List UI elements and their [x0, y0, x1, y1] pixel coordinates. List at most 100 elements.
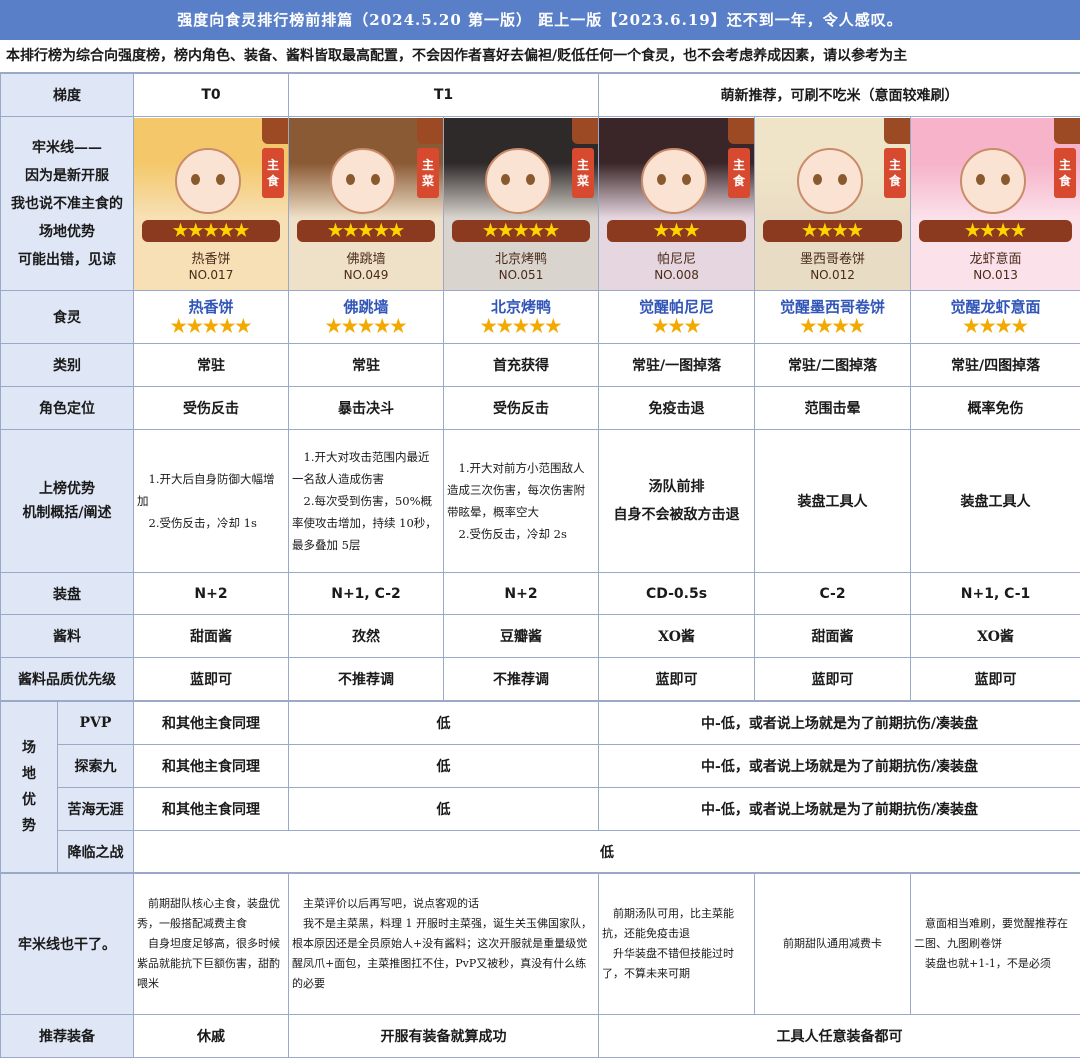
card-name: 帕尼尼: [657, 251, 697, 267]
star-icons: ★★★★: [763, 219, 903, 242]
floor2-cell: 前期汤队可用，比主菜能抗，还能免疫击退 升华装盘不错但技能过时了，不算未来可期: [598, 873, 755, 1015]
card-name: 佛跳墙: [346, 251, 386, 267]
role-cell: 受伤反击: [442, 386, 600, 430]
field-new: 中-低，或者说上场就是为了前期抗伤/凑装盘: [598, 701, 1080, 745]
corner-ornament: [884, 117, 910, 144]
card-0[interactable]: 主食 ★★★★★ 热香饼 NO.017: [133, 116, 289, 291]
category-cell: 常驻/二图掉落: [754, 343, 912, 387]
field-row: 降临之战 低: [1, 830, 1080, 873]
sauce-quality-cell: 蓝即可: [910, 657, 1080, 701]
sauce-row: 酱料 甜面酱 孜然 豆瓣酱 XO酱 甜面酱 XO酱: [0, 614, 1080, 658]
mech-cell: 1.开大对前方小范围敌人造成三次伤害，每次伤害附带眩晕，概率空大 2.受伤反击，冷…: [442, 429, 600, 573]
portrait-face: [330, 147, 396, 214]
shiling-cell: 北京烤鸭 ★★★★★: [442, 290, 600, 344]
star-icons: ★★★★★: [452, 219, 591, 242]
field-row: 场地优势 PVP 和其他主食同理 低 中-低，或者说上场就是为了前期抗伤/凑装盘: [0, 701, 1080, 873]
card-number: NO.012: [810, 267, 855, 282]
shiling-cell: 觉醒龙虾意面 ★★★★: [910, 290, 1080, 344]
tier-label: 梯度: [0, 73, 134, 117]
corner-ornament: [262, 117, 288, 144]
floor2-cell: 前期甜队核心主食，装盘优秀，一般搭配减费主食 自身坦度足够高，很多时候紫品就能抗下…: [133, 873, 289, 1015]
field-t1: 低: [288, 787, 599, 831]
plate-cell: N+2: [133, 572, 289, 615]
card-number: NO.013: [973, 267, 1018, 282]
card-name: 墨西哥卷饼: [800, 251, 866, 267]
shiling-cell: 觉醒墨西哥卷饼 ★★★★: [754, 290, 912, 344]
category-cell: 常驻/一图掉落: [598, 343, 756, 387]
star-icons: ★★★★★: [170, 316, 252, 337]
field-t0: 和其他主食同理: [133, 744, 289, 788]
field-t1: 低: [288, 744, 599, 788]
category-cell: 常驻/四图掉落: [910, 343, 1080, 387]
floor2-cell: 主菜评价以后再写吧，说点客观的话 我不是主菜黑，料理 1 开服时主菜强，诞生关玉佛…: [288, 873, 599, 1015]
card-number: NO.051: [498, 267, 544, 282]
role-cell: 暴击决斗: [288, 386, 444, 430]
role-cell: 概率免伤: [910, 386, 1080, 430]
portrait-face: [796, 147, 863, 214]
sauce-quality-cell: 蓝即可: [754, 657, 912, 701]
field-name: 苦海无涯: [57, 787, 134, 831]
tier-new: 萌新推荐，可刷不吃米（意面较难刷）: [598, 73, 1080, 117]
role-cell: 范围击晕: [754, 386, 912, 430]
field-new: 中-低，或者说上场就是为了前期抗伤/凑装盘: [598, 744, 1080, 788]
plate-cell: N+2: [442, 572, 600, 615]
recommend-row: 推荐装备 休戚 开服有装备就算成功 工具人任意装备都可: [0, 1014, 1080, 1058]
role-row: 角色定位 受伤反击 暴击决斗 受伤反击 免疫击退 范围击晕 概率免伤: [0, 386, 1080, 430]
sauce-cell: 豆瓣酱: [442, 614, 600, 658]
field-name: 降临之战: [57, 830, 134, 873]
role-label: 角色定位: [0, 386, 134, 430]
plate-row: 装盘 N+2 N+1, C-2 N+2 CD-0.5s C-2 N+1, C-1: [0, 572, 1080, 615]
sauce-cell: 甜面酱: [133, 614, 289, 658]
type-badge: 主菜: [572, 147, 595, 198]
mech-cell: 1.开大对攻击范围内最近一名敌人造成伤害 2.每次受到伤害，50%概率使攻击增加，…: [288, 429, 444, 573]
category-cell: 常驻: [288, 343, 444, 387]
shiling-cell: 觉醒帕尼尼 ★★★: [598, 290, 756, 344]
sauce-cell: 甜面酱: [754, 614, 912, 658]
star-icons: ★★★★: [963, 316, 1028, 337]
card-3[interactable]: 主食 ★★★ 帕尼尼 NO.008: [598, 116, 756, 291]
shiling-cell: 热香饼 ★★★★★: [133, 290, 289, 344]
card-4[interactable]: 主食 ★★★★ 墨西哥卷饼 NO.012: [754, 116, 912, 291]
mech-cell: 装盘工具人: [910, 429, 1080, 573]
field-name: PVP: [57, 701, 134, 745]
corner-ornament: [1054, 117, 1080, 144]
field-table: 场地优势 PVP 和其他主食同理 低 中-低，或者说上场就是为了前期抗伤/凑装盘…: [0, 701, 1080, 873]
field-t1: 低: [288, 701, 599, 745]
star-icons: ★★★: [607, 219, 747, 242]
plate-cell: N+1, C-2: [288, 572, 444, 615]
card-2[interactable]: 主菜 ★★★★★ 北京烤鸭 NO.051: [442, 116, 600, 291]
category-label: 类别: [0, 343, 134, 387]
field-name: 探索九: [57, 744, 134, 788]
mech-cell: 1.开大后自身防御大幅增加 2.受伤反击，冷却 1s: [133, 429, 289, 573]
mech-row: 上榜优势 机制概括/阐述 1.开大后自身防御大幅增加 2.受伤反击，冷却 1s 1.…: [0, 429, 1080, 573]
floor2-row: 牢米线也干了。 前期甜队核心主食，装盘优秀，一般搭配减费主食 自身坦度足够高，很多…: [0, 873, 1080, 1015]
tier-row: 梯度 T0 T1 萌新推荐，可刷不吃米（意面较难刷）: [0, 73, 1080, 117]
card-name: 热香饼: [191, 251, 231, 267]
shiling-row: 食灵 热香饼 ★★★★★ 佛跳墙 ★★★★★ 北京烤鸭 ★★★★★ 觉醒帕尼尼 ★★★ …: [0, 290, 1080, 344]
star-icons: ★★★★★: [142, 219, 280, 242]
corner-ornament: [417, 117, 443, 144]
recommend-t1: 开服有装备就算成功: [288, 1014, 599, 1058]
sauce-quality-cell: 蓝即可: [133, 657, 289, 701]
mech-label: 上榜优势 机制概括/阐述: [0, 429, 134, 573]
role-cell: 免疫击退: [598, 386, 756, 430]
portrait-row: 牢米线—— 因为是新开服 我也说不准主食的 场地优势 可能出错，见谅 主食 ★★★★★…: [0, 116, 1080, 291]
card-5[interactable]: 主食 ★★★★ 龙虾意面 NO.013: [910, 116, 1080, 291]
portrait-face: [640, 147, 707, 214]
intro-text: 本排行榜为综合向强度榜，榜内角色、装备、酱料皆取最高配置，不会因作者喜好去偏袒/…: [0, 40, 1080, 73]
type-badge: 主食: [1054, 147, 1077, 198]
mech-cell: 装盘工具人: [754, 429, 912, 573]
type-badge: 主食: [728, 147, 751, 198]
sauce-quality-row: 酱料品质优先级 蓝即可 不推荐调 不推荐调 蓝即可 蓝即可 蓝即可: [0, 657, 1080, 701]
field-label: 场地优势: [0, 701, 58, 873]
star-icons: ★★★★★: [480, 316, 562, 337]
portrait-face: [175, 147, 241, 214]
tier-t1: T1: [287, 73, 600, 117]
shiling-cell: 佛跳墙 ★★★★★: [288, 290, 444, 344]
field-all: 低: [133, 830, 1080, 873]
sauce-quality-cell: 不推荐调: [442, 657, 600, 701]
field-new: 中-低，或者说上场就是为了前期抗伤/凑装盘: [598, 787, 1080, 831]
card-1[interactable]: 主菜 ★★★★★ 佛跳墙 NO.049: [288, 116, 444, 291]
card-number: NO.017: [188, 267, 234, 282]
plate-cell: CD-0.5s: [598, 572, 756, 615]
